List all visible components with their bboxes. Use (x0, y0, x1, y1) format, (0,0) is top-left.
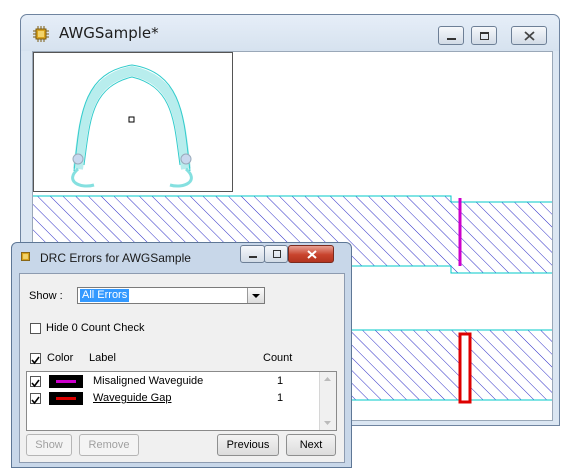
waveguide-gap-marker[interactable] (458, 332, 472, 404)
list-scrollbar[interactable] (319, 372, 336, 430)
close-icon (307, 250, 317, 259)
hide-zero-count-label: Hide 0 Count Check (46, 322, 145, 334)
chevron-down-icon (252, 294, 260, 298)
app-chip-icon (21, 252, 30, 261)
row-count: 1 (277, 392, 284, 404)
minimize-button[interactable] (438, 26, 464, 45)
show-label: Show : (29, 290, 63, 302)
main-window-title: AWGSample* (59, 24, 159, 42)
show-filter-select[interactable]: All Errors (77, 287, 265, 304)
row-checkbox[interactable] (30, 393, 41, 405)
scroll-up-icon[interactable] (320, 372, 335, 387)
drc-titlebar[interactable]: DRC Errors for AWGSample (12, 243, 351, 269)
column-header-label: Label (89, 352, 116, 364)
hide-zero-count-checkbox[interactable] (30, 323, 41, 334)
row-checkbox[interactable] (30, 376, 41, 388)
row-count: 1 (277, 375, 284, 387)
checkmark-icon (31, 396, 40, 405)
column-header-count: Count (263, 352, 293, 364)
list-item[interactable]: Misaligned Waveguide 1 (27, 374, 319, 390)
main-titlebar[interactable]: AWGSample* (21, 15, 559, 51)
dropdown-button[interactable] (247, 288, 264, 303)
maximize-button[interactable] (471, 26, 497, 45)
drc-errors-dialog: DRC Errors for AWGSample Show : All Erro… (11, 242, 352, 468)
scroll-down-icon[interactable] (320, 415, 335, 430)
checkmark-icon (31, 379, 40, 388)
previous-button[interactable]: Previous (217, 434, 279, 456)
minimize-icon (249, 256, 257, 258)
show-filter-value: All Errors (80, 289, 130, 302)
drc-error-list[interactable]: Misaligned Waveguide 1 Waveguide Gap 1 (26, 371, 337, 431)
color-swatch[interactable] (49, 392, 83, 405)
drc-client-area: Show : All Errors Hide 0 Count Check Col… (19, 273, 345, 463)
drc-maximize-button[interactable] (264, 245, 288, 263)
row-label: Waveguide Gap (93, 392, 172, 404)
drc-dialog-title: DRC Errors for AWGSample (40, 251, 191, 265)
minimize-icon (447, 38, 456, 40)
drc-close-button[interactable] (288, 245, 334, 263)
overview-thumbnail[interactable] (33, 52, 233, 192)
show-button[interactable]: Show (26, 434, 72, 456)
maximize-icon (273, 250, 281, 258)
close-icon (524, 31, 535, 41)
remove-button[interactable]: Remove (79, 434, 139, 456)
next-button[interactable]: Next (286, 434, 336, 456)
select-all-checkbox[interactable] (30, 353, 41, 365)
maximize-icon (480, 32, 489, 40)
awg-overview-image (71, 64, 193, 188)
close-button[interactable] (511, 26, 547, 45)
app-chip-icon (33, 26, 49, 42)
checkmark-icon (31, 356, 40, 365)
drc-minimize-button[interactable] (240, 245, 265, 263)
color-swatch[interactable] (49, 375, 83, 388)
row-label: Misaligned Waveguide (93, 375, 204, 387)
list-item[interactable]: Waveguide Gap 1 (27, 391, 319, 407)
column-header-color: Color (47, 352, 74, 364)
